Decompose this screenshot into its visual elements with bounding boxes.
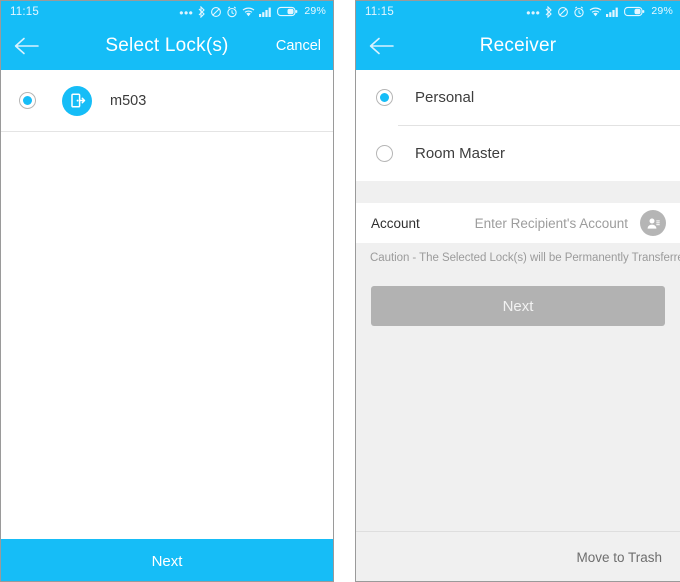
status-bar-right: 11:15 ••• 29% xyxy=(356,1,680,22)
lock-list: m503 xyxy=(1,70,333,132)
left-phone-screen: 11:15 ••• 29% Select Lock(s) Cancel m503… xyxy=(0,0,334,582)
move-to-trash-button[interactable]: Move to Trash xyxy=(356,531,680,581)
receiver-type-group: Personal Room Master xyxy=(356,70,680,181)
back-arrow-icon[interactable] xyxy=(1,22,53,70)
more-dots-icon: ••• xyxy=(526,5,541,20)
room-master-radio[interactable] xyxy=(376,145,393,162)
right-title-bar: Receiver xyxy=(356,22,680,70)
screenshot-stage: 11:15 ••• 29% Select Lock(s) Cancel m503… xyxy=(0,0,680,582)
lock-device-icon xyxy=(62,85,92,116)
list-item[interactable]: m503 xyxy=(1,70,333,132)
cancel-button[interactable]: Cancel xyxy=(276,22,321,70)
next-button[interactable]: Next xyxy=(371,286,665,326)
battery-icon xyxy=(277,6,298,17)
battery-percent: 29% xyxy=(304,5,326,18)
caution-text: Caution - The Selected Lock(s) will be P… xyxy=(356,243,680,274)
option-personal[interactable]: Personal xyxy=(356,70,680,125)
option-label: Personal xyxy=(415,89,475,106)
wifi-icon xyxy=(589,6,602,17)
section-gap xyxy=(356,181,680,203)
alarm-icon xyxy=(573,5,585,18)
account-label: Account xyxy=(371,215,420,231)
bluetooth-icon xyxy=(544,5,553,18)
next-button[interactable]: Next xyxy=(1,539,333,581)
signal-icon xyxy=(606,6,620,17)
mute-icon xyxy=(557,6,569,18)
status-clock: 11:15 xyxy=(365,5,394,18)
right-content: Personal Room Master Account Enter Recip… xyxy=(356,70,680,581)
battery-percent: 29% xyxy=(651,5,673,18)
left-title-bar: Select Lock(s) Cancel xyxy=(1,22,333,70)
option-room-master[interactable]: Room Master xyxy=(356,126,680,181)
wifi-icon xyxy=(242,6,255,17)
status-bar-left: 11:15 ••• 29% xyxy=(1,1,333,22)
signal-icon xyxy=(259,6,273,17)
back-arrow-icon[interactable] xyxy=(356,22,408,70)
alarm-icon xyxy=(226,5,238,18)
empty-list-area xyxy=(1,132,333,539)
option-label: Room Master xyxy=(415,145,506,162)
right-phone-screen: 11:15 ••• 29% Receiver Personal Room Mas… xyxy=(355,0,680,582)
account-row: Account xyxy=(356,203,680,243)
left-content: m503 Next xyxy=(1,70,333,581)
status-clock: 11:15 xyxy=(10,5,39,18)
more-dots-icon: ••• xyxy=(179,5,194,20)
contact-picker-icon[interactable] xyxy=(640,210,666,236)
account-input[interactable] xyxy=(419,214,640,232)
mute-icon xyxy=(210,6,222,18)
bluetooth-icon xyxy=(197,5,206,18)
personal-radio[interactable] xyxy=(376,89,393,106)
empty-area xyxy=(356,326,680,531)
lock-name: m503 xyxy=(110,92,147,109)
battery-icon xyxy=(624,6,645,17)
lock-radio[interactable] xyxy=(19,92,36,109)
